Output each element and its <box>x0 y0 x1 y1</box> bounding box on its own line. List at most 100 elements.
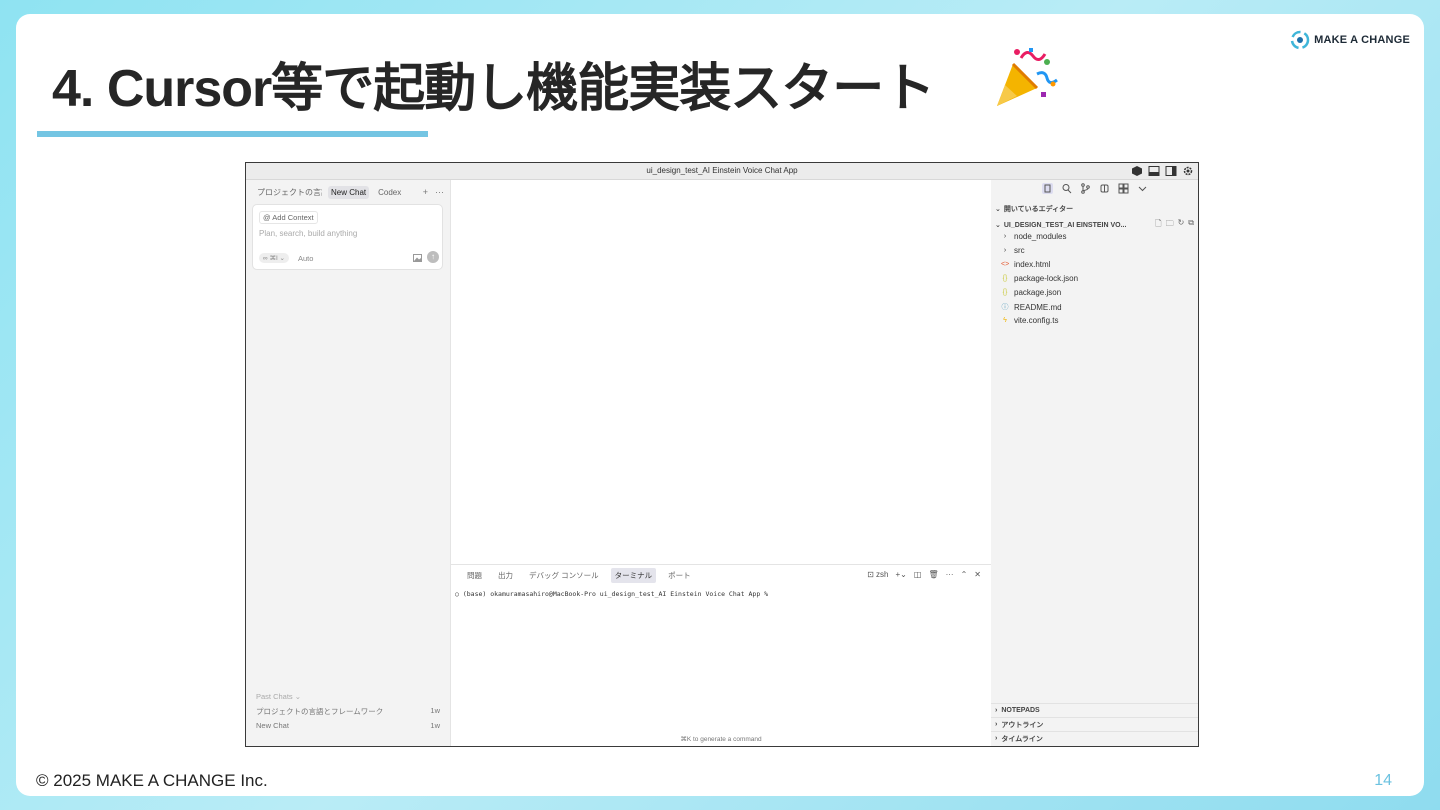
party-popper-icon <box>997 48 1058 106</box>
vite-icon: ϟ <box>1003 317 1007 324</box>
project-section[interactable]: ⌄ UI_DESIGN_TEST_AI EINSTEIN VO... 🗋 🗀 ↻… <box>995 218 1194 232</box>
panel-bottom-icon[interactable] <box>1148 165 1160 177</box>
chevron-down-icon[interactable] <box>1137 183 1148 194</box>
json-icon: {} <box>1002 275 1008 282</box>
page-number: 14 <box>1374 772 1392 789</box>
run-debug-icon[interactable] <box>1099 183 1110 194</box>
timeline-label: タイムライン <box>1001 735 1043 743</box>
tab-debug-console[interactable]: デバッグ コンソール <box>525 568 603 583</box>
chat-input-placeholder[interactable]: Plan, search, build anything <box>259 229 357 238</box>
more-icon[interactable]: ··· <box>946 570 954 579</box>
chevron-right-icon: › <box>1003 233 1007 240</box>
tab-codex[interactable]: Codex <box>375 186 404 199</box>
tab-project-language[interactable]: プロジェクトの言語 <box>254 185 322 200</box>
send-button[interactable]: ↑ <box>427 251 439 263</box>
timeline-section[interactable]: › タイムライン <box>991 731 1198 745</box>
past-chat-item[interactable]: New Chat 1w <box>256 721 440 730</box>
chat-tab-actions: + ··· <box>423 187 444 197</box>
tab-output[interactable]: 出力 <box>494 568 517 583</box>
title-bar: ui_design_test_AI Einstein Voice Chat Ap… <box>246 163 1198 180</box>
refresh-icon[interactable]: ↻ <box>1178 218 1185 232</box>
title-underline <box>37 131 428 137</box>
past-chat-age: 1w <box>430 706 440 715</box>
tree-item-package-lock-json[interactable]: {} package-lock.json <box>1001 274 1078 283</box>
brand: MAKE A CHANGE <box>1290 30 1410 50</box>
chevron-down-icon: ⌄ <box>995 206 1001 213</box>
editor-area[interactable]: 問題 出力 デバッグ コンソール ターミナル ポート ⊡ zsh +⌄ ◫ 🗑 … <box>451 180 991 746</box>
outline-section[interactable]: › アウトライン <box>991 717 1198 731</box>
tree-item-readme[interactable]: ⓘ README.md <box>1001 302 1062 312</box>
footer-copyright: © 2025 MAKE A CHANGE Inc. <box>36 771 268 790</box>
chat-input-box[interactable]: @ Add Context Plan, search, build anythi… <box>252 204 443 270</box>
tab-problems[interactable]: 問題 <box>463 568 486 583</box>
tree-item-label: index.html <box>1014 260 1051 269</box>
new-file-icon[interactable]: 🗋 <box>1155 218 1161 232</box>
panel-right-icon[interactable] <box>1165 165 1177 177</box>
terminal-actions: ⊡ zsh +⌄ ◫ 🗑 ··· ⌃ ✕ <box>867 570 981 579</box>
tree-item-package-json[interactable]: {} package.json <box>1001 288 1062 297</box>
add-context-label: Add Context <box>272 213 314 222</box>
tab-terminal[interactable]: ターミナル <box>610 568 657 583</box>
title-bar-actions <box>1131 165 1194 177</box>
tree-item-index-html[interactable]: <> index.html <box>1001 260 1050 269</box>
json-icon: {} <box>1002 289 1008 296</box>
collapse-all-icon[interactable]: ⧉ <box>1188 218 1194 232</box>
chevron-right-icon: › <box>995 707 998 714</box>
brand-name: MAKE A CHANGE <box>1314 34 1410 46</box>
image-icon[interactable] <box>413 254 422 262</box>
split-terminal-icon[interactable]: ◫ <box>914 570 922 579</box>
notepads-label: NOTEPADS <box>1001 707 1040 714</box>
tree-item-src[interactable]: › src <box>1001 246 1025 255</box>
tree-item-label: package-lock.json <box>1014 274 1079 283</box>
explorer-panel: ⌄ 開いているエディター ⌄ UI_DESIGN_TEST_AI EINSTEI… <box>991 180 1198 746</box>
trash-icon[interactable]: 🗑 <box>928 570 938 579</box>
window-title: ui_design_test_AI Einstein Voice Chat Ap… <box>646 166 798 175</box>
tab-ports[interactable]: ポート <box>664 568 695 583</box>
terminal-shell-icon[interactable]: ⊡ zsh <box>867 570 888 579</box>
past-chat-title: New Chat <box>256 721 289 730</box>
plus-icon[interactable]: + <box>423 187 428 197</box>
html-icon: <> <box>1001 261 1010 268</box>
chevron-down-icon: ⌄ <box>995 222 1001 229</box>
source-control-icon[interactable] <box>1080 183 1091 194</box>
past-chats-label[interactable]: Past Chats ⌄ <box>256 692 301 701</box>
open-editors-label: 開いているエディター <box>1003 206 1074 213</box>
cube-icon[interactable] <box>1131 165 1143 177</box>
gear-icon[interactable] <box>1182 165 1194 177</box>
slide: 4. Cursor等で起動し機能実装スタート MAKE A CHANGE © 2… <box>16 14 1424 796</box>
more-icon[interactable]: ··· <box>435 187 444 197</box>
tree-item-label: node_modules <box>1014 232 1067 241</box>
search-icon[interactable] <box>1061 183 1072 194</box>
model-selector[interactable]: Auto <box>298 254 313 263</box>
new-folder-icon[interactable]: 🗀 <box>1166 218 1174 232</box>
add-context-button[interactable]: @ Add Context <box>259 211 318 224</box>
project-label: UI_DESIGN_TEST_AI EINSTEIN VO... <box>1003 221 1127 229</box>
past-chat-title: プロジェクトの言語とフレームワーク <box>256 707 384 716</box>
agent-mode-chip[interactable]: ∞ ⌘I ⌄ <box>259 253 289 263</box>
slide-title: 4. Cursor等で起動し機能実装スタート <box>52 60 935 118</box>
close-panel-icon[interactable]: ✕ <box>974 570 981 579</box>
past-chat-item[interactable]: プロジェクトの言語とフレームワーク 1w <box>256 706 440 717</box>
maximize-panel-icon[interactable]: ⌃ <box>961 570 968 579</box>
tree-item-vite-config[interactable]: ϟ vite.config.ts <box>1001 316 1058 325</box>
command-hint: ⌘K to generate a command <box>680 736 762 743</box>
open-editors-section[interactable]: ⌄ 開いているエディター <box>995 204 1194 214</box>
files-icon[interactable] <box>1041 183 1053 194</box>
tree-item-label: package.json <box>1014 288 1062 297</box>
new-terminal-icon[interactable]: +⌄ <box>896 570 907 579</box>
chevron-right-icon: › <box>995 721 998 728</box>
info-icon: ⓘ <box>1001 304 1009 311</box>
tree-item-node-modules[interactable]: › node_modules <box>1001 232 1067 241</box>
past-chat-age: 1w <box>430 721 440 730</box>
tree-item-label: vite.config.ts <box>1014 316 1059 325</box>
chat-tabs: プロジェクトの言語 New Chat Codex + ··· <box>254 185 444 199</box>
notepads-section[interactable]: › NOTEPADS <box>991 703 1198 717</box>
terminal-prompt[interactable]: ○ (base) okamuramasahiro@MacBook-Pro ui_… <box>455 590 768 598</box>
terminal-prompt-text: (base) okamuramasahiro@MacBook-Pro ui_de… <box>462 590 769 598</box>
tree-item-label: src <box>1014 246 1025 255</box>
tree-item-label: README.md <box>1014 302 1062 312</box>
extensions-icon[interactable] <box>1118 183 1129 194</box>
chat-panel: プロジェクトの言語 New Chat Codex + ··· @ Add Con… <box>246 180 451 746</box>
app-window: ui_design_test_AI Einstein Voice Chat Ap… <box>245 162 1199 747</box>
tab-new-chat[interactable]: New Chat <box>328 185 370 199</box>
